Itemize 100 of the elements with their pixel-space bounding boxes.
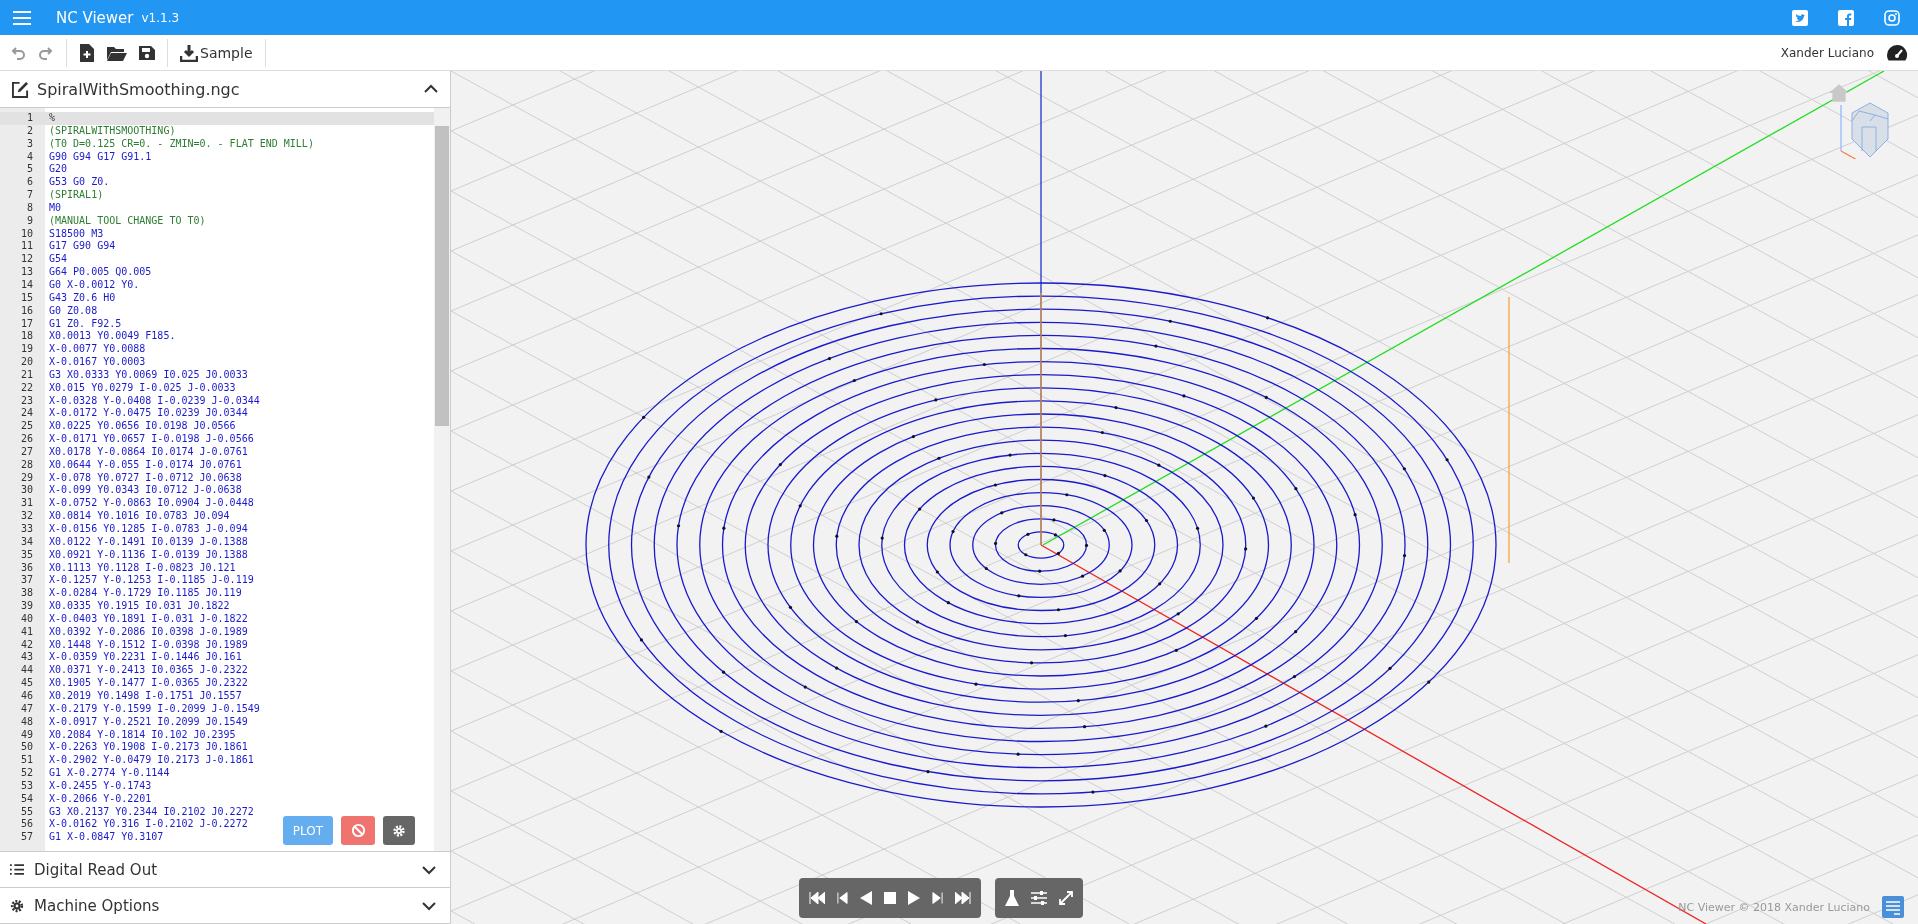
code-line: G1 X-0.2774 Y-0.1144 <box>49 767 170 779</box>
code-line: X-0.0403 Y0.1891 I-0.031 J-0.1822 <box>49 612 248 624</box>
line-number: 45 <box>19 677 34 690</box>
edit-icon <box>12 80 29 98</box>
menu-icon[interactable] <box>12 9 32 26</box>
line-number: 47 <box>19 702 34 716</box>
code-line: X-0.0171 Y0.0657 I-0.0198 J-0.0566 <box>49 433 254 445</box>
code-line: G54 <box>49 253 68 265</box>
document-icon[interactable] <box>1882 896 1904 918</box>
code-line: X-0.2902 Y-0.0479 I0.2173 J-0.1861 <box>49 754 254 766</box>
play-icon[interactable] <box>908 891 920 905</box>
step-back-icon[interactable] <box>837 892 848 904</box>
code-line: G43 Z0.6 H0 <box>49 291 116 303</box>
line-number: 7 <box>25 189 34 202</box>
code-line: X0.1113 Y0.1128 I-0.0823 J0.121 <box>49 561 236 573</box>
folder-icon[interactable] <box>107 44 127 61</box>
code-line: (SPIRAL1) <box>49 189 104 201</box>
code-line: X0.0392 Y-0.2086 I0.0398 J-0.1989 <box>49 625 248 637</box>
line-number: 20 <box>19 356 34 369</box>
code-line: X0.1448 Y-0.1512 I-0.0398 J0.1989 <box>49 638 248 650</box>
line-number: 38 <box>19 587 34 601</box>
line-number: 40 <box>19 612 34 626</box>
code-line: X0.0178 Y-0.0864 I0.0174 J-0.0761 <box>49 445 248 457</box>
code-line: X0.0225 Y0.0656 I0.0198 J0.0566 <box>49 420 236 432</box>
line-number: 56 <box>19 818 34 832</box>
panel-header[interactable]: Digital Read Out <box>0 852 450 888</box>
line-number: 19 <box>19 343 34 357</box>
code-line: X-0.2263 Y0.1908 I-0.2173 J0.1861 <box>49 741 248 753</box>
line-number: 8 <box>25 201 34 215</box>
play-reverse-icon[interactable] <box>860 891 872 905</box>
code-line: G3 X0.0333 Y0.0069 I0.025 J0.0033 <box>49 368 248 380</box>
line-number: 57 <box>19 831 34 845</box>
scrollbar[interactable] <box>434 108 450 851</box>
sliders-icon[interactable] <box>1031 891 1047 905</box>
line-number: 25 <box>19 420 34 434</box>
facebook-icon[interactable] <box>1838 9 1854 26</box>
expand-icon[interactable] <box>1059 891 1073 905</box>
code-line: S18500 M3 <box>49 227 104 239</box>
step-forward-icon[interactable] <box>932 892 943 904</box>
line-number: 13 <box>19 266 34 279</box>
code-line: G1 Z0. F92.5 <box>49 317 122 329</box>
code-line: G90 G94 G17 G91.1 <box>49 150 152 162</box>
line-number: 49 <box>19 728 34 742</box>
code-line: X0.1905 Y-0.1477 I-0.0365 J0.2322 <box>49 677 248 689</box>
line-number: 54 <box>19 792 34 806</box>
code-line: X-0.099 Y0.0343 I0.0712 J-0.0638 <box>49 484 242 496</box>
flask-icon[interactable] <box>1005 890 1019 906</box>
code-line: G0 Z0.08 <box>49 304 98 316</box>
twitter-icon[interactable] <box>1792 9 1808 26</box>
line-number: 29 <box>19 471 34 485</box>
code-line: X-0.0328 Y-0.0408 I-0.0239 J-0.0344 <box>49 394 260 406</box>
instagram-icon[interactable] <box>1884 9 1900 26</box>
line-number: 35 <box>19 548 34 562</box>
sample-button[interactable]: Sample <box>180 43 253 62</box>
code-line: X0.015 Y0.0279 I-0.025 J-0.0033 <box>49 381 236 393</box>
redo-icon[interactable] <box>38 44 54 61</box>
line-number: 10 <box>19 227 34 241</box>
panel-header[interactable]: Machine Options <box>0 888 450 924</box>
line-number: 33 <box>19 523 34 536</box>
settings-icon <box>392 823 406 838</box>
line-number: 36 <box>19 561 34 575</box>
line-number: 17 <box>19 317 34 331</box>
clear-button[interactable] <box>341 816 375 845</box>
settings-button[interactable] <box>383 816 415 845</box>
code-line: X0.0335 Y0.1915 I0.031 J0.1822 <box>49 600 230 612</box>
line-number: 14 <box>19 278 34 292</box>
line-number: 22 <box>19 381 34 395</box>
line-number: 48 <box>19 715 34 729</box>
app-title: NC Viewer <box>56 8 134 27</box>
code-line: X-0.0917 Y-0.2521 I0.2099 J0.1549 <box>49 715 248 727</box>
panel-title: Machine Options <box>34 896 161 915</box>
undo-icon[interactable] <box>10 44 26 61</box>
code-line: X-0.0752 Y-0.0863 I0.0904 J-0.0448 <box>49 497 254 509</box>
code-line: X-0.0162 Y0.316 I-0.2102 J-0.2272 <box>49 818 248 830</box>
skip-to-end-icon[interactable] <box>955 892 971 904</box>
line-number: 39 <box>19 600 34 613</box>
code-line: G0 X-0.0012 Y0. <box>49 278 140 290</box>
line-number: 23 <box>19 394 34 408</box>
line-number: 6 <box>25 176 34 190</box>
line-number: 12 <box>19 253 34 267</box>
code-line: X-0.1257 Y-0.1253 I-0.1185 J-0.119 <box>49 574 254 586</box>
line-number: 43 <box>19 651 34 665</box>
line-number: 16 <box>19 304 34 318</box>
editor-header[interactable]: SpiralWithSmoothing.ngc <box>0 71 450 108</box>
code-line: X0.0122 Y-0.1491 I0.0139 J-0.1388 <box>49 535 248 547</box>
code-line: G3 X0.2137 Y0.2344 I0.2102 J0.2272 <box>49 805 254 817</box>
gauge-icon[interactable] <box>1886 43 1908 62</box>
panel-title: Digital Read Out <box>34 860 159 879</box>
line-number: 9 <box>25 214 34 228</box>
code-line: X-0.0284 Y-0.1729 I0.1185 J0.119 <box>49 587 242 599</box>
line-number: 28 <box>19 458 34 472</box>
code-line: X-0.078 Y0.0727 I-0.0712 J0.0638 <box>49 471 242 483</box>
new-file-icon[interactable] <box>79 43 95 62</box>
code-line: G64 P0.005 Q0.005 <box>49 266 152 278</box>
line-number: 1 <box>0 112 45 125</box>
save-icon[interactable] <box>139 44 155 61</box>
code-line: X-0.0077 Y0.0088 <box>49 343 146 355</box>
skip-to-start-icon[interactable] <box>809 892 825 904</box>
line-number: 46 <box>19 689 34 703</box>
code-line: G1 X-0.0847 Y0.3107 <box>49 831 164 843</box>
